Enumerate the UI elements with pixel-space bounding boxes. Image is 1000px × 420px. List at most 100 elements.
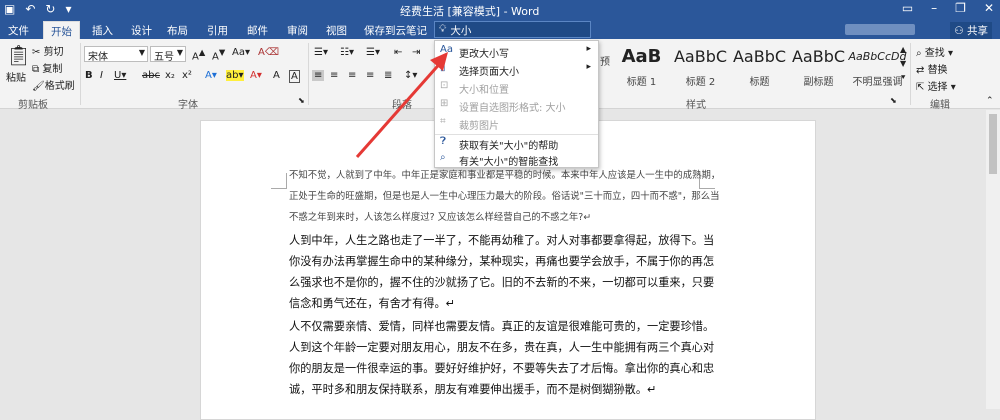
decrease-indent-button[interactable]: ⇤ (394, 47, 402, 58)
tab-review[interactable]: 审阅 (287, 23, 308, 38)
underline-button[interactable]: U▾ (114, 70, 126, 81)
char-border-button[interactable]: A (289, 70, 300, 83)
menu-item-label: 大小和位置 (459, 85, 509, 96)
style-name: 副标题 (803, 77, 834, 88)
tell-me-input[interactable]: 大小 (450, 23, 471, 37)
window-controls: ▭ – ❐ ✕ (902, 1, 994, 15)
tab-save-to-cloud[interactable]: 保存到云笔记 (364, 23, 427, 38)
paragraph-text: 人到中年，人生之路也走了一半了，不能再幼稚了。对人对事都要拿得起，放得下。当你没… (289, 234, 715, 310)
strikethrough-button[interactable]: abc (142, 70, 160, 81)
paragraph-group-label: 段落 (392, 100, 412, 111)
collapse-ribbon-icon[interactable]: ⌃ (986, 96, 994, 106)
style-subtle-emphasis[interactable]: AaBbCcDd 不明显强调 (848, 41, 907, 91)
font-size-select[interactable]: 五号 ▼ (150, 46, 186, 63)
font-size-value: 五号 (154, 52, 174, 63)
align-center-button[interactable]: ≡ (330, 70, 338, 81)
restore-icon[interactable]: ❐ (955, 1, 966, 15)
tab-view[interactable]: 视图 (326, 23, 347, 38)
paste-icon[interactable]: 📋︎ (6, 43, 31, 67)
menu-item-smart-lookup[interactable]: ⌕ 有关"大小"的智能查找 (435, 151, 598, 169)
font-color-button[interactable]: A▾ (250, 70, 262, 81)
style-name: 不明显强调 (852, 77, 903, 88)
tab-design[interactable]: 设计 (131, 23, 152, 38)
ribbon-display-icon[interactable]: ▭ (902, 1, 913, 15)
copy-button[interactable]: ⧉ 复制 (32, 60, 62, 75)
change-case-button[interactable]: Aa▾ (232, 47, 250, 58)
undo-icon[interactable]: ↶ (25, 2, 35, 16)
replace-label: 替换 (927, 65, 948, 76)
grow-font-button[interactable]: A▲ (192, 47, 205, 62)
vertical-scrollbar[interactable] (986, 110, 1000, 409)
menu-item-page-size[interactable]: ▯ 选择页面大小 ▸ (435, 61, 598, 79)
paragraph-body-1[interactable]: 人到中年，人生之路也走了一半了，不能再幼稚了。对人对事都要拿得起，放得下。当你没… (289, 230, 723, 314)
cut-button[interactable]: ✂ 剪切 (32, 43, 64, 58)
font-name-value: 宋体 (88, 52, 108, 63)
share-button[interactable]: ⚇ 共享 (950, 22, 992, 39)
char-shading-button[interactable]: A (273, 70, 280, 81)
style-title[interactable]: AaBbC 标题 (730, 41, 789, 91)
page-size-icon: ▯ (440, 62, 446, 73)
divider (910, 43, 911, 105)
document-body[interactable]: 不知不觉，人就到了中年。中年正是家庭和事业都是平稳的时候。本来中年人应该是人一生… (289, 165, 723, 400)
find-button[interactable]: ⌕ 查找 ▾ (916, 44, 953, 59)
paste-button[interactable]: 粘贴 (6, 69, 26, 84)
clear-format-icon[interactable]: A⌫ (258, 47, 279, 58)
multilevel-list-button[interactable]: ☰▾ (366, 47, 380, 58)
menu-item-change-case[interactable]: Aa 更改大小写 ▸ (435, 43, 598, 61)
tab-layout[interactable]: 布局 (167, 23, 188, 38)
style-partial-label: 预 (600, 57, 610, 68)
select-label: 选择 (927, 82, 948, 93)
tab-references[interactable]: 引用 (207, 23, 228, 38)
font-name-select[interactable]: 宋体 ▼ (84, 46, 148, 63)
text-effects-button[interactable]: A▾ (205, 70, 217, 81)
style-subtitle[interactable]: AaBbC 副标题 (789, 41, 848, 91)
numbering-button[interactable]: ☷▾ (340, 47, 354, 58)
style-heading-1[interactable]: AaB 标题 1 (612, 41, 671, 91)
paragraph-body-2[interactable]: 人不仅需要亲情、爱情，同样也需要友情。真正的友谊是很难能可贵的，一定要珍惜。人到… (289, 316, 723, 400)
divider (308, 43, 309, 105)
brush-icon: 🖌︎ (32, 81, 45, 92)
styles-scroll-icon[interactable]: ▲ ▼ ⯆ (900, 43, 906, 85)
style-heading-2[interactable]: AaBbC 标题 2 (671, 41, 730, 91)
line-spacing-button[interactable]: ↕▾ (404, 70, 417, 81)
tab-insert[interactable]: 插入 (92, 23, 113, 38)
subscript-button[interactable]: x₂ (165, 70, 175, 81)
align-right-button[interactable]: ≡ (348, 70, 356, 81)
redo-icon[interactable]: ↻ (45, 2, 55, 16)
shrink-font-button[interactable]: A▼ (212, 47, 225, 62)
dialog-launcher-icon[interactable]: ⬊ (890, 96, 897, 105)
tab-mailings[interactable]: 邮件 (247, 23, 268, 38)
bold-button[interactable]: B (85, 70, 93, 81)
style-preview: AaBbCcDd (848, 50, 907, 63)
user-account[interactable] (845, 24, 915, 35)
select-button[interactable]: ⇱ 选择 ▾ (916, 78, 956, 93)
align-left-button[interactable]: ≡ (312, 70, 325, 81)
menu-item-label: 裁剪图片 (459, 121, 499, 132)
tab-home[interactable]: 开始 (43, 21, 80, 39)
tab-file[interactable]: 文件 (8, 23, 29, 38)
close-icon[interactable]: ✕ (984, 1, 994, 15)
paragraph-intro[interactable]: 不知不觉，人就到了中年。中年正是家庭和事业都是平稳的时候。本来中年人应该是人一生… (289, 165, 723, 228)
italic-button[interactable]: I (100, 70, 103, 81)
tell-me-search[interactable]: 💡︎ 大小 (434, 21, 591, 38)
minimize-icon[interactable]: – (931, 1, 937, 15)
dialog-launcher-icon[interactable]: ⬊ (298, 96, 305, 105)
menu-item-format-shape: ⊞ 设置自选图形格式: 大小 (435, 97, 598, 115)
increase-indent-button[interactable]: ⇥ (412, 47, 420, 58)
superscript-button[interactable]: x² (182, 70, 192, 81)
format-shape-icon: ⊞ (440, 98, 449, 109)
menu-item-label: 更改大小写 (459, 49, 509, 60)
scrollbar-thumb[interactable] (989, 114, 997, 174)
save-icon[interactable]: ▣ (4, 2, 15, 16)
quick-access-toolbar: ▣ ↶ ↻ ▾ (4, 2, 72, 16)
customize-qat-icon[interactable]: ▾ (65, 2, 71, 16)
bullets-button[interactable]: ☰▾ (314, 47, 328, 58)
help-icon: ❓︎ (440, 136, 447, 147)
replace-button[interactable]: ⇄ 替换 (916, 61, 948, 76)
highlight-button[interactable]: ab▾ (226, 70, 244, 81)
distributed-button[interactable]: ≣ (384, 70, 392, 81)
pilcrow: ↵ (647, 383, 657, 396)
format-painter-button[interactable]: 🖌︎格式刷 (32, 77, 75, 92)
person-icon: ⚇ (954, 25, 964, 37)
justify-button[interactable]: ≡ (366, 70, 374, 81)
